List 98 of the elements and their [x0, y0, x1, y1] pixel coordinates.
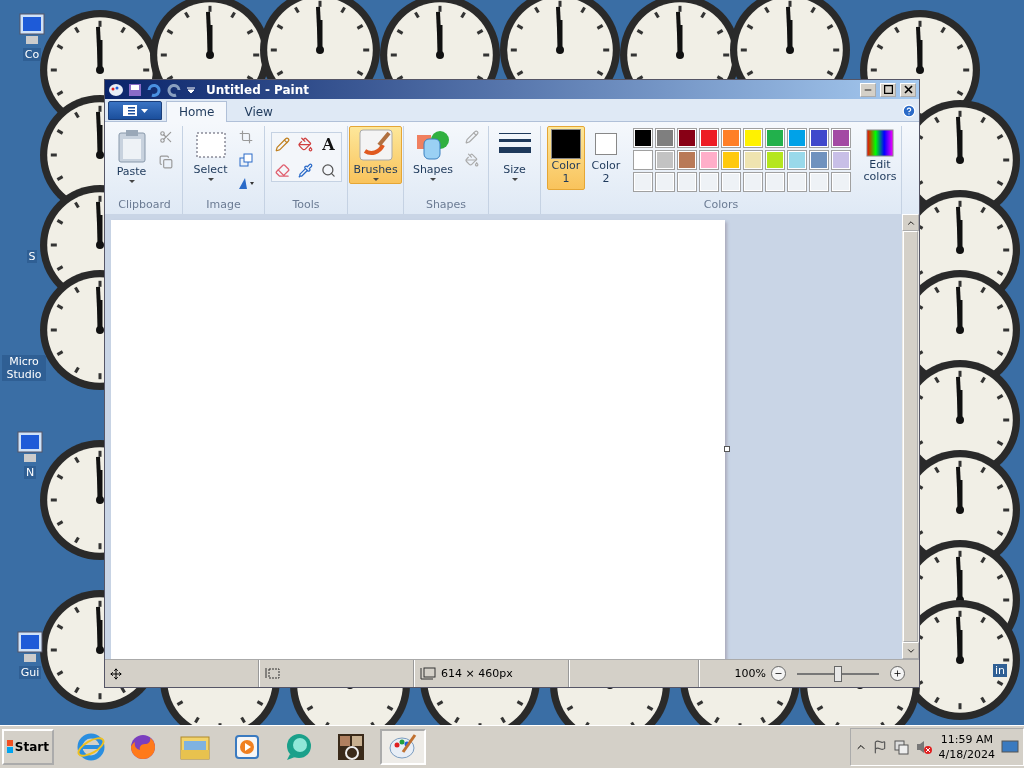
text-tool[interactable]: A [317, 133, 340, 155]
paint-bucket-icon [465, 153, 480, 167]
play-icon [232, 732, 262, 762]
group-label: Clipboard [117, 198, 172, 213]
color-swatch[interactable] [786, 128, 807, 148]
crop-icon [239, 130, 254, 144]
pipette-icon [298, 162, 313, 178]
close-icon [903, 85, 913, 94]
color-slot-button[interactable]: Color 1 [547, 126, 585, 190]
scrollbar-thumb[interactable] [903, 231, 918, 642]
color-swatch[interactable] [830, 128, 851, 148]
desktop-icon-label[interactable]: N [23, 466, 37, 479]
desktop-icon-label[interactable]: Gui [18, 666, 42, 679]
desktop-icon-label[interactable]: Micro Studio [2, 355, 46, 381]
brush-icon [358, 129, 393, 161]
clock-date: 4/18/2024 [938, 747, 995, 762]
resize-handle[interactable] [724, 446, 730, 452]
color-swatch[interactable] [676, 150, 697, 170]
help-icon[interactable] [902, 104, 916, 118]
color-swatch[interactable] [742, 128, 763, 148]
maximize-icon [883, 85, 893, 94]
canvas-size-text: 614 × 460px [441, 667, 513, 680]
clock[interactable]: 11:59 AM 4/18/2024 [938, 732, 995, 762]
pencil-icon [275, 136, 290, 152]
select-button[interactable]: Select [189, 126, 232, 184]
undo-icon[interactable] [146, 82, 162, 97]
window-title: Untitled - Paint [206, 82, 309, 97]
brushes-button[interactable]: Brushes [349, 126, 402, 184]
caret-icon [140, 108, 148, 113]
flag-icon[interactable] [872, 740, 887, 754]
group-label: Colors [702, 198, 740, 213]
clock-time: 11:59 AM [940, 732, 993, 747]
resize-icon [239, 153, 254, 167]
cursor-position-icon [110, 667, 122, 680]
zoom-in-button[interactable] [890, 666, 905, 681]
color-swatch[interactable] [786, 150, 807, 170]
save-icon[interactable] [128, 82, 142, 97]
desktop-icon-label[interactable]: S [26, 250, 38, 263]
clipboard-icon [116, 129, 147, 163]
four-squares-icon [7, 740, 13, 754]
speech-bubble-icon [284, 732, 314, 762]
scroll-down-button[interactable] [902, 642, 919, 659]
rotate-icon [237, 176, 256, 190]
start-button[interactable]: Start [2, 729, 54, 765]
desktop-icon-label[interactable]: Co [22, 48, 42, 61]
color-swatch[interactable] [654, 150, 675, 170]
palette-icon [388, 732, 418, 762]
copy-icon [158, 155, 173, 169]
eraser-icon [275, 162, 290, 178]
color-swatch[interactable] [742, 150, 763, 170]
menu-icon [122, 105, 137, 116]
redo-icon[interactable] [166, 82, 182, 97]
canvas-size-icon [420, 667, 436, 680]
app-menu-button[interactable] [108, 101, 162, 120]
ribbon-tab[interactable]: Home [166, 101, 228, 122]
color-swatch[interactable] [808, 128, 829, 148]
zoom-level-text: 100% [734, 667, 766, 680]
zoom-out-button[interactable] [771, 666, 786, 681]
color-swatch[interactable] [654, 128, 675, 148]
scroll-up-button[interactable] [902, 214, 919, 231]
edit-colors-button[interactable]: Edit colors [858, 126, 901, 186]
dropdown-caret-icon[interactable] [186, 84, 196, 95]
group-label: Tools [291, 198, 321, 213]
size-button[interactable]: Size [493, 126, 536, 184]
group-label: Shapes [424, 198, 468, 213]
palette-icon [108, 82, 124, 97]
show-desktop-icon[interactable] [1001, 739, 1019, 755]
maximize-button[interactable] [880, 82, 896, 97]
muted-speaker-icon[interactable] [914, 739, 933, 755]
plus-icon [893, 669, 902, 678]
shapes-icon [416, 129, 450, 161]
color-swatch[interactable] [764, 128, 785, 148]
color-swatch[interactable] [830, 150, 851, 170]
selection-size-icon [265, 667, 281, 680]
gadget-icon [336, 732, 366, 762]
ribbon-tab[interactable]: View [231, 101, 286, 122]
color-swatch[interactable] [720, 128, 741, 148]
browser-e-icon [76, 732, 106, 762]
magnifier-icon [321, 162, 336, 178]
color-swatch[interactable] [764, 150, 785, 170]
fox-globe-icon [128, 732, 158, 762]
group-label: Image [205, 198, 242, 213]
color-spectrum-icon [865, 129, 894, 157]
color-swatch[interactable] [698, 128, 719, 148]
color-swatch[interactable] [632, 150, 653, 170]
shapes-button[interactable]: Shapes [408, 126, 458, 184]
color-swatch[interactable] [808, 150, 829, 170]
network-icon[interactable] [892, 739, 909, 755]
scissors-icon [158, 130, 173, 144]
close-button[interactable] [900, 82, 916, 97]
color-swatch[interactable] [632, 128, 653, 148]
color-swatch[interactable] [720, 150, 741, 170]
minimize-button[interactable] [860, 82, 876, 97]
color-swatch[interactable] [698, 150, 719, 170]
pencil-icon [465, 130, 480, 144]
color-slot-button[interactable]: Color 2 [586, 126, 625, 190]
color-swatch[interactable] [676, 128, 697, 148]
paint-bucket-icon [298, 136, 313, 152]
